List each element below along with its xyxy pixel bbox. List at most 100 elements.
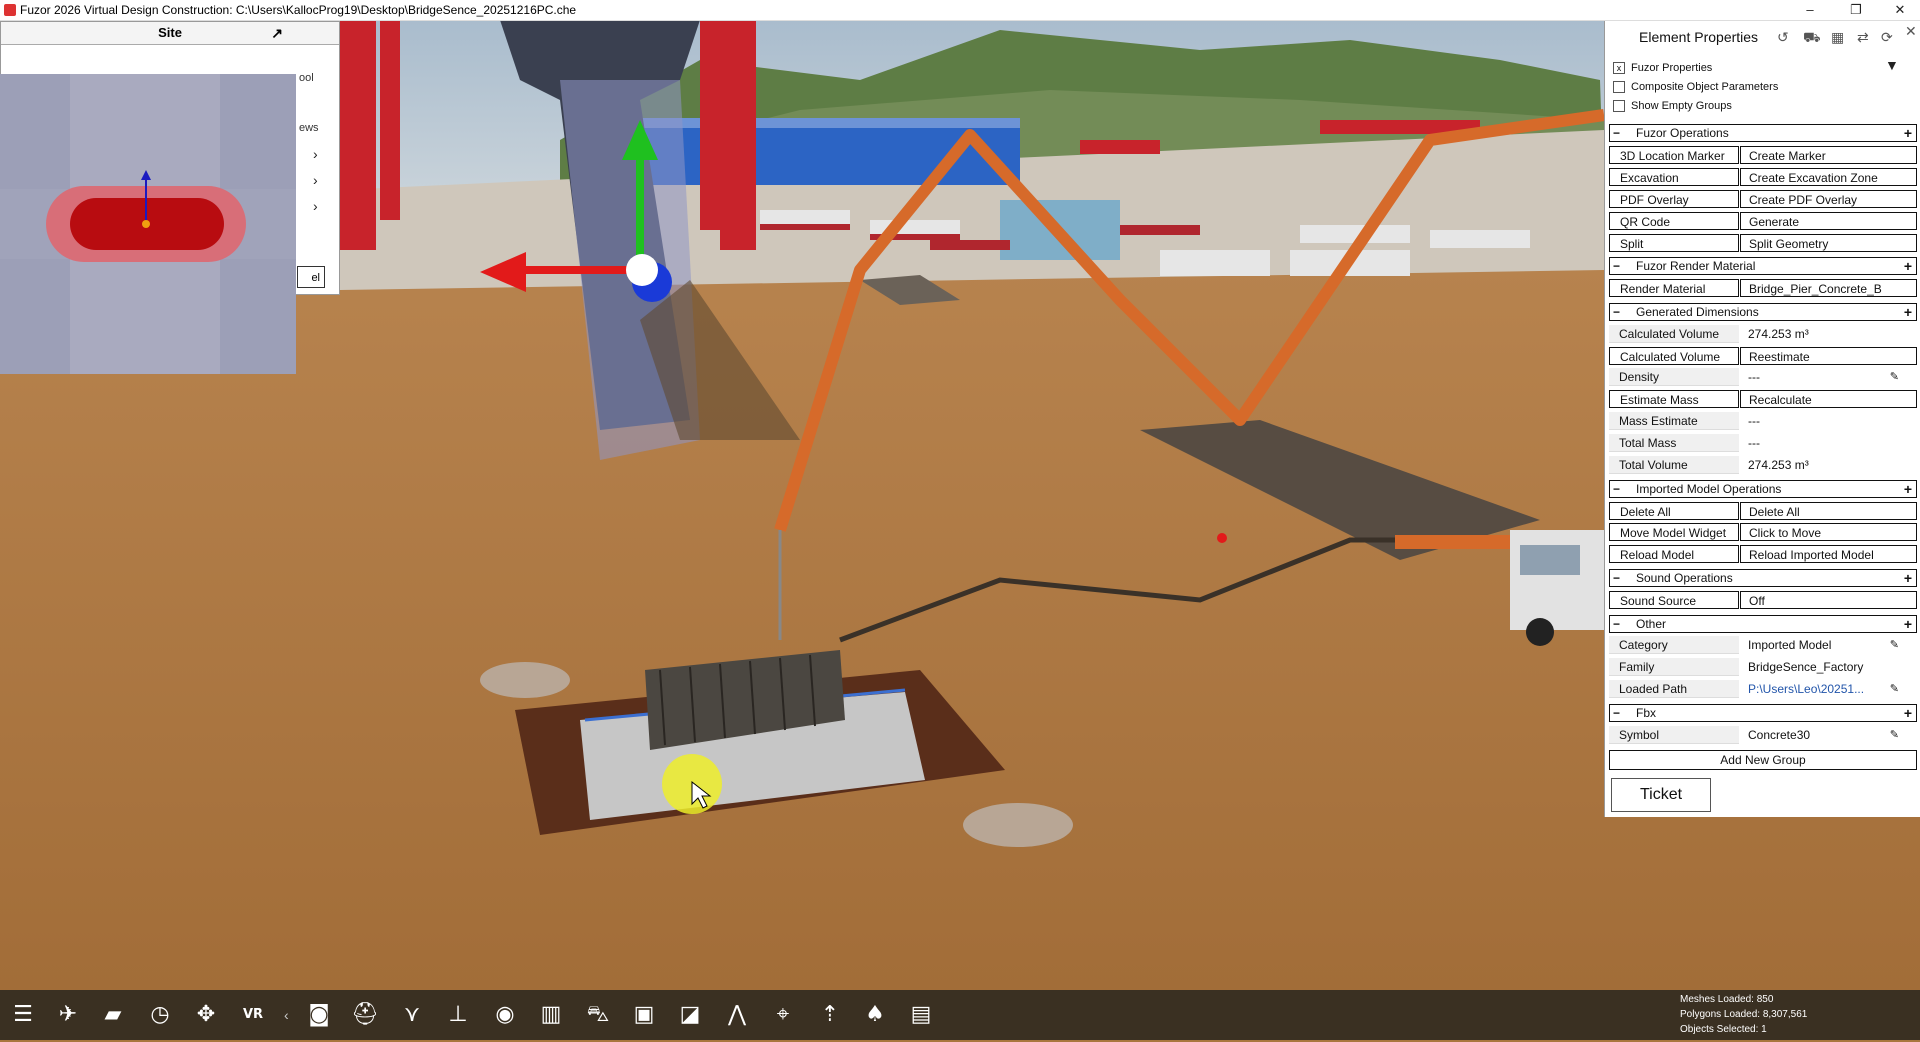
minimap-position-dot [142,220,150,228]
collapse-icon[interactable]: − [1613,125,1625,141]
collapse-icon[interactable]: − [1613,616,1625,632]
list-icon[interactable]: ☰ [6,998,40,1032]
collapse-icon[interactable]: − [1613,258,1625,274]
add-new-group-button[interactable]: Add New Group [1609,750,1917,770]
minimap[interactable] [0,74,296,374]
path-icon[interactable]: ⋀ [720,998,754,1032]
camera-icon[interactable]: ◙ [302,998,336,1032]
add-icon[interactable]: + [1904,481,1912,497]
row-total-mass: Total Mass --- [1609,434,1917,452]
polygons-loaded: Polygons Loaded: 8,307,561 [1680,1009,1808,1020]
row-calculated-volume-reestimate[interactable]: Calculated Volume Reestimate [1609,347,1917,365]
cancel-button[interactable]: el [297,266,325,288]
close-button[interactable]: ✕ [1880,0,1920,20]
app-icon [4,4,16,16]
tree-icon[interactable]: ♠ [858,998,892,1032]
row-excavation[interactable]: Excavation Create Excavation Zone [1609,168,1917,186]
row-mass-estimate: Mass Estimate --- [1609,412,1917,430]
grid-icon[interactable]: ▦ [1831,29,1844,46]
row-render-material[interactable]: Render Material Bridge_Pier_Concrete_B [1609,279,1917,297]
graph-icon[interactable]: ⋎ [395,998,429,1032]
collapse-toolbar-icon[interactable]: ‹ [284,998,289,1032]
row-density[interactable]: Density --- ✎ [1609,368,1917,386]
clipboard-icon[interactable]: ▤ [904,998,938,1032]
eye-icon[interactable]: ◉ [488,998,522,1032]
row-qr-code[interactable]: QR Code Generate [1609,212,1917,230]
close-icon[interactable]: ✕ [1905,23,1917,40]
maximize-button[interactable]: ❐ [1836,0,1876,20]
pump-truck [1510,530,1604,646]
add-icon[interactable]: + [1904,705,1912,721]
add-icon[interactable]: + [1904,258,1912,274]
helmet-icon[interactable]: ⛑ [348,998,382,1032]
group-other[interactable]: − Other + [1609,615,1917,633]
row-delete-all[interactable]: Delete All Delete All [1609,502,1917,520]
map-marker-icon[interactable]: ⌖ [766,998,800,1032]
add-icon[interactable]: + [1904,125,1912,141]
expand-icon[interactable]: ↗ [271,22,283,44]
add-icon[interactable]: + [1904,570,1912,586]
panel-title: Element Properties [1639,29,1759,45]
row-family: Family BridgeSence_Factory [1609,658,1917,676]
rotate-icon[interactable]: ↺ [1777,29,1789,46]
row-loaded-path[interactable]: Loaded Path P:\Users\Leo\20251... ✎ [1609,680,1917,698]
row-category[interactable]: Category Imported Model ✎ [1609,636,1917,654]
gizmo-center[interactable] [626,254,658,286]
checkbox-show-empty-groups[interactable]: Show Empty Groups [1613,100,1732,113]
edit-icon[interactable]: ✎ [1890,680,1899,698]
meshes-loaded: Meshes Loaded: 850 [1680,994,1774,1005]
pin-icon[interactable]: ⊥ [441,998,475,1032]
scene-stats: Meshes Loaded: 850 Polygons Loaded: 8,30… [1678,990,1920,1042]
car-icon[interactable]: ⛍ [581,998,615,1032]
vr-icon[interactable]: VR [236,998,270,1032]
truncated-label: ool [299,72,314,84]
row-symbol[interactable]: Symbol Concrete30 ✎ [1609,726,1917,744]
drone-icon[interactable]: ✈ [51,998,85,1032]
folder-icon[interactable]: ▰ [96,998,130,1032]
bottom-toolbar: ☰ ✈ ▰ ◷ ✥ VR ‹ ◙ ⛑ ⋎ ⊥ ◉ ▥ ⛍ ▣ ◪ ⋀ ⌖ ⇡ ♠… [0,990,1920,1040]
add-icon[interactable]: + [1904,304,1912,320]
add-icon[interactable]: + [1904,616,1912,632]
group-sound-operations[interactable]: − Sound Operations + [1609,569,1917,587]
image-icon[interactable]: ◪ [673,998,707,1032]
filter-icon[interactable]: ▼ [1885,57,1899,73]
move-icon[interactable]: ✥ [189,998,223,1032]
group-imported-model-operations[interactable]: − Imported Model Operations + [1609,480,1917,498]
chevron-right-icon[interactable]: › [313,198,318,214]
checkbox-fuzor-properties[interactable]: x Fuzor Properties [1613,62,1712,75]
collapse-icon[interactable]: − [1613,705,1625,721]
group-fuzor-operations[interactable]: − Fuzor Operations + [1609,124,1917,142]
row-total-volume: Total Volume 274.253 m³ [1609,456,1917,474]
minimize-button[interactable]: – [1790,0,1830,20]
collapse-icon[interactable]: − [1613,481,1625,497]
row-reload-model[interactable]: Reload Model Reload Imported Model [1609,545,1917,563]
window-title: Fuzor 2026 Virtual Design Construction: … [20,3,577,17]
refresh-icon[interactable]: ⟳ [1881,29,1893,46]
edit-icon[interactable]: ✎ [1890,636,1899,654]
row-split[interactable]: Split Split Geometry [1609,234,1917,252]
row-estimate-mass[interactable]: Estimate Mass Recalculate [1609,390,1917,408]
clock-icon[interactable]: ◷ [143,998,177,1032]
row-pdf-overlay[interactable]: PDF Overlay Create PDF Overlay [1609,190,1917,208]
chevron-right-icon[interactable]: › [313,146,318,162]
film-icon[interactable]: ▣ [627,998,661,1032]
group-fuzor-render-material[interactable]: − Fuzor Render Material + [1609,257,1917,275]
ticket-button[interactable]: Ticket [1611,778,1711,812]
checkbox-composite-object-parameters[interactable]: Composite Object Parameters [1613,81,1778,94]
objects-selected: Objects Selected: 1 [1680,1024,1767,1035]
collapse-icon[interactable]: − [1613,570,1625,586]
building-icon[interactable]: ▥ [534,998,568,1032]
car-icon[interactable]: ⛟ [1803,29,1821,48]
collapse-icon[interactable]: − [1613,304,1625,320]
row-move-model-widget[interactable]: Move Model Widget Click to Move [1609,523,1917,541]
export-icon[interactable]: ⇄ [1857,29,1869,46]
group-generated-dimensions[interactable]: − Generated Dimensions + [1609,303,1917,321]
row-sound-source[interactable]: Sound Source Off [1609,591,1917,609]
edit-icon[interactable]: ✎ [1890,368,1899,386]
chevron-right-icon[interactable]: › [313,172,318,188]
row-3d-location-marker[interactable]: 3D Location Marker Create Marker [1609,146,1917,164]
crane-icon[interactable]: ⇡ [813,998,847,1032]
group-fbx[interactable]: − Fbx + [1609,704,1917,722]
edit-icon[interactable]: ✎ [1890,726,1899,744]
element-properties-panel: Element Properties ↺ ⛟ ▦ ⇄ ⟳ ✕ ▼ x Fuzor … [1604,21,1920,817]
